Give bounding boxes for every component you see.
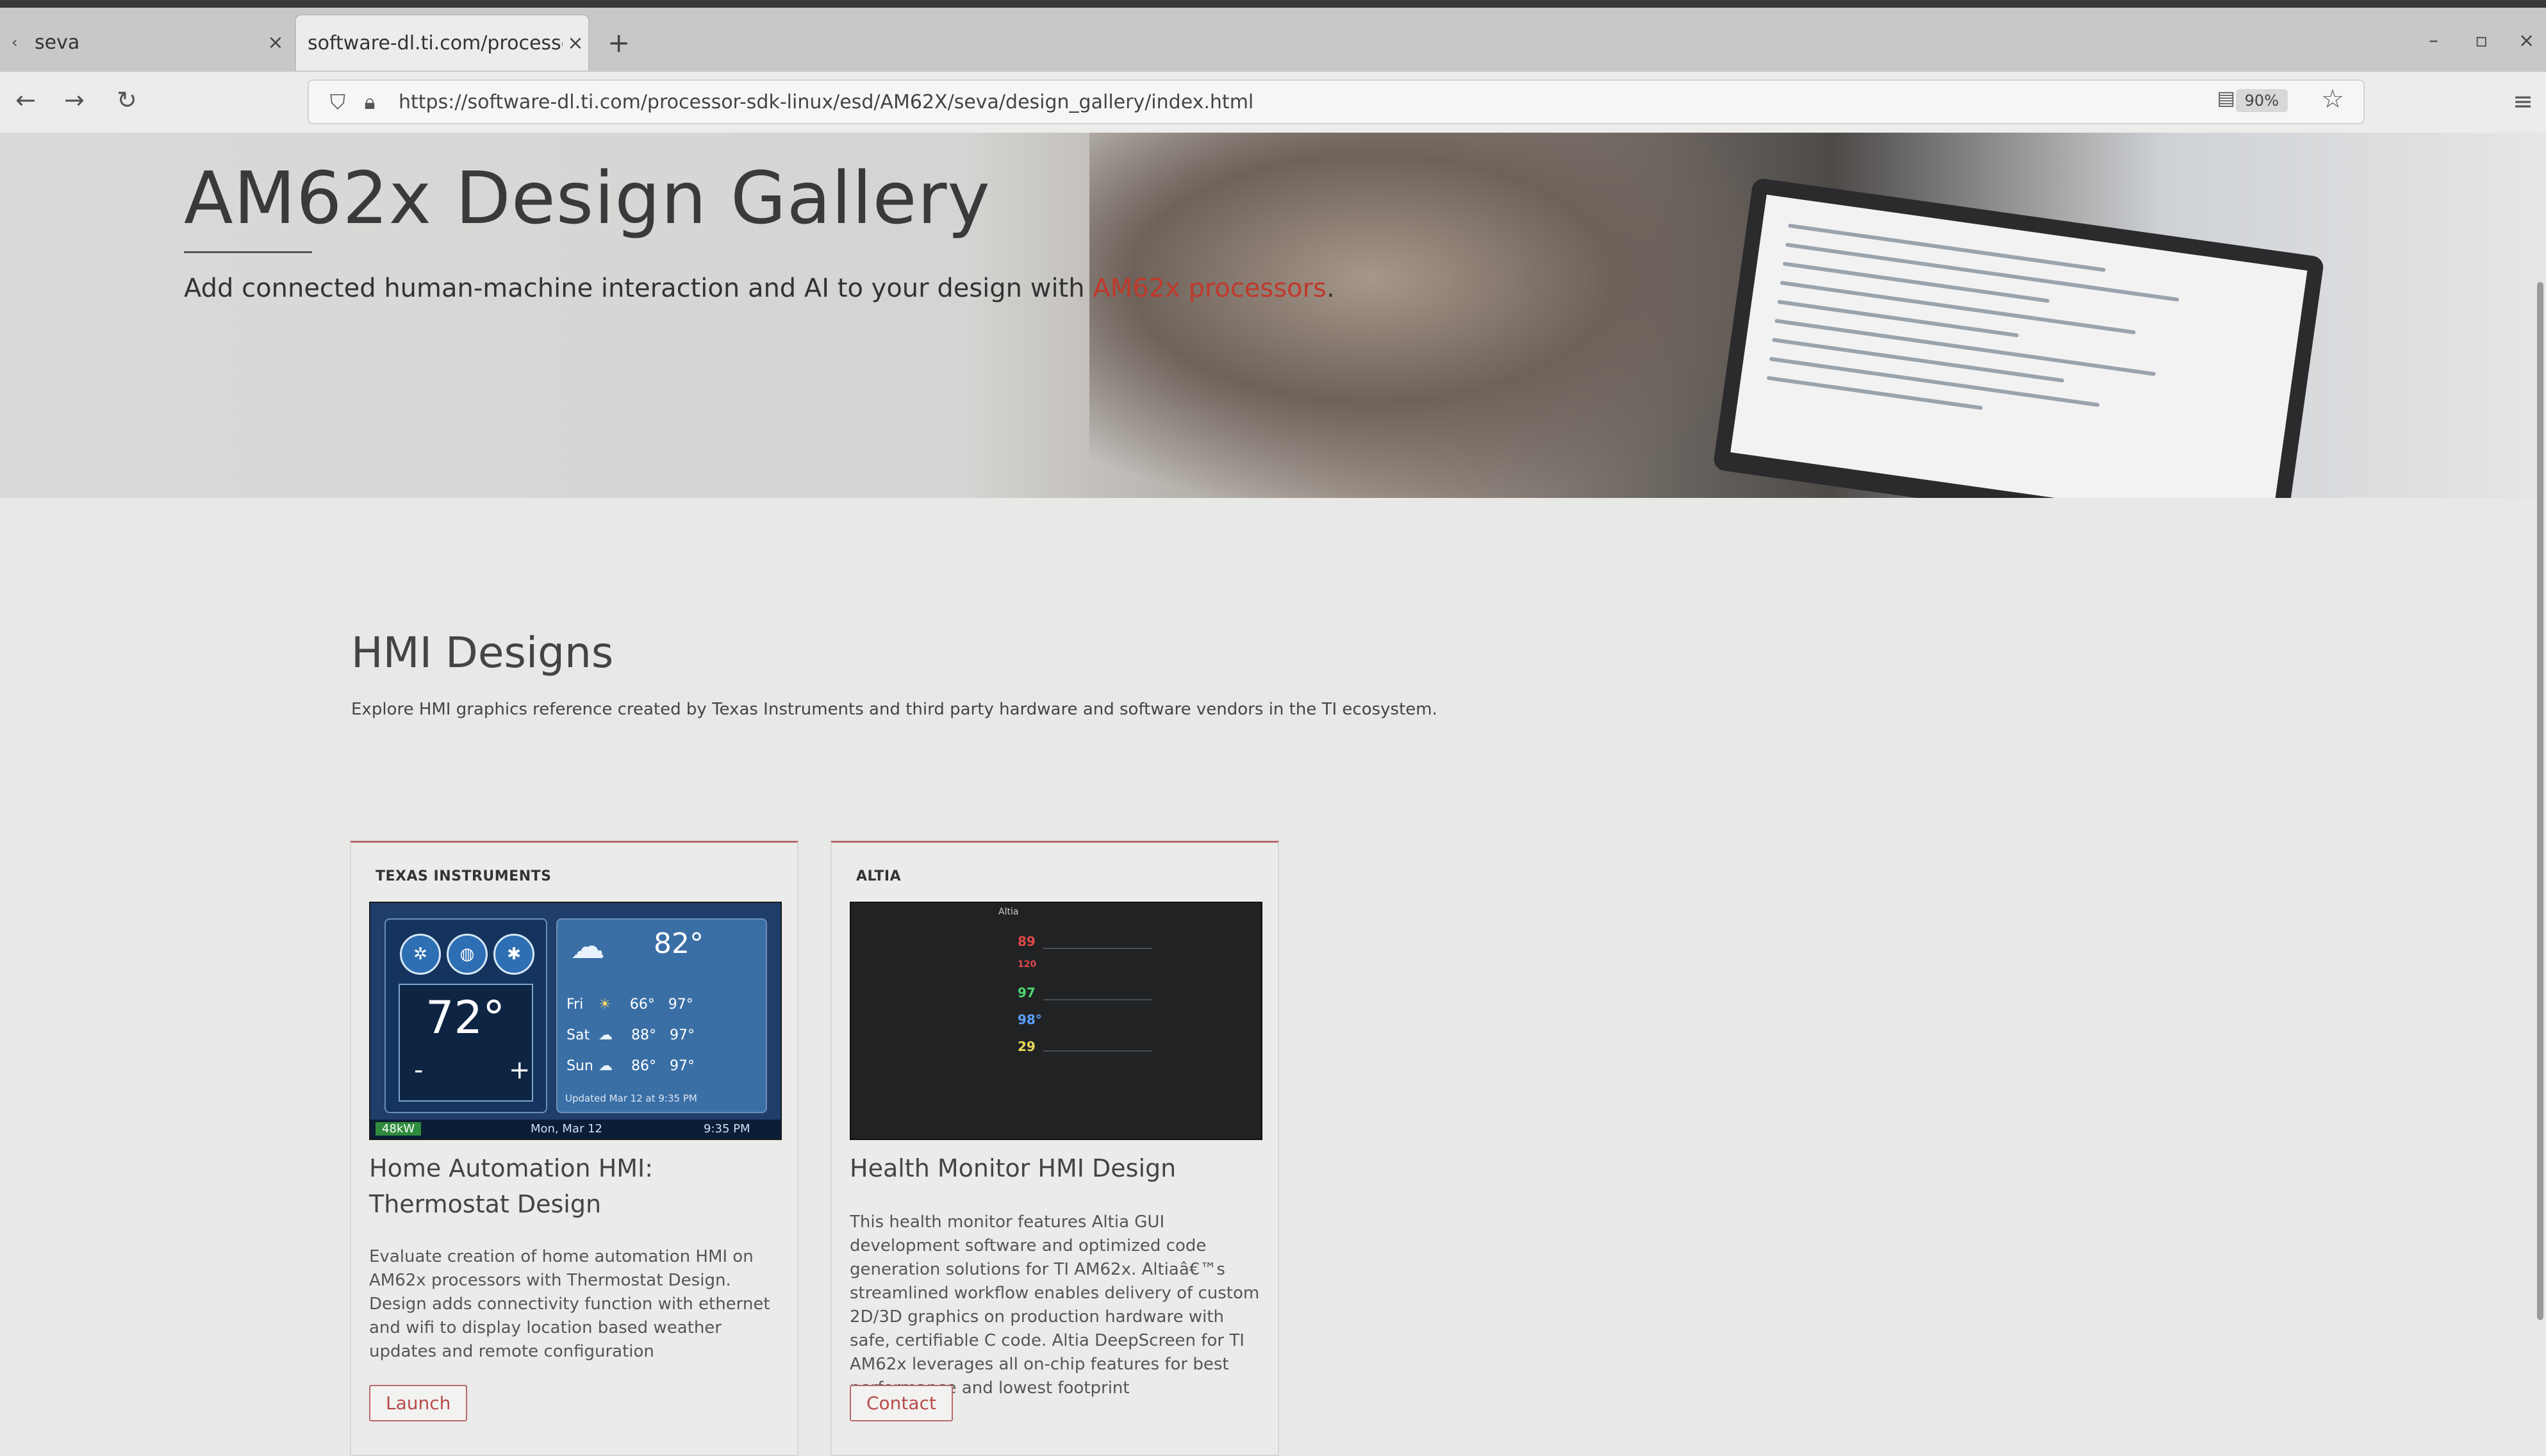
hero-subtitle: Add connected human-machine interaction … bbox=[184, 274, 1335, 303]
reload-icon[interactable]: ↻ bbox=[117, 86, 137, 114]
respiration-reading: 29 bbox=[1018, 1039, 1036, 1054]
waveform-line bbox=[1043, 929, 1152, 949]
section-description: Explore HMI graphics reference created b… bbox=[351, 700, 1437, 719]
hero-subtitle-end: . bbox=[1326, 274, 1335, 303]
forecast-row: Sat ☁ 88° 97° bbox=[566, 1027, 695, 1043]
monitor-header: Altia bbox=[998, 907, 1019, 917]
tab-label: software-dl.ti.com/processor- bbox=[308, 31, 563, 54]
sun-icon: ☀ bbox=[599, 997, 611, 1013]
tab-software-dl[interactable]: software-dl.ti.com/processor- × bbox=[295, 14, 590, 70]
design-card-thermostat: TEXAS INSTRUMENTS ✲ ◍ ✱ 72° - + ☁ 82° Fr… bbox=[350, 841, 798, 1456]
page-title: AM62x Design Gallery bbox=[184, 157, 991, 240]
fan-icon: ✲ bbox=[400, 934, 441, 975]
card-description: Evaluate creation of home automation HMI… bbox=[369, 1247, 770, 1361]
close-icon[interactable]: × bbox=[263, 31, 288, 54]
close-icon[interactable]: × bbox=[563, 32, 588, 54]
vendor-label: TEXAS INSTRUMENTS bbox=[376, 868, 552, 884]
tab-strip: ‹ seva × software-dl.ti.com/processor- ×… bbox=[0, 8, 2546, 72]
launch-button[interactable]: Launch bbox=[369, 1385, 468, 1421]
page-icon: ‹ bbox=[12, 33, 18, 51]
shield-icon[interactable]: ⛉ bbox=[322, 90, 354, 115]
menu-icon[interactable]: ≡ bbox=[2513, 87, 2533, 115]
vendor-label: ALTIA bbox=[856, 868, 902, 884]
decrease-icon: - bbox=[414, 1055, 424, 1085]
new-tab-button[interactable]: + bbox=[608, 27, 630, 58]
hero-laptop-image bbox=[1712, 177, 2325, 498]
temperature-reading: 98° bbox=[1018, 1012, 1042, 1027]
snowflake-icon: ✱ bbox=[493, 934, 534, 975]
reader-view-icon[interactable]: ▤ bbox=[2217, 87, 2235, 110]
power-badge: 48kW bbox=[376, 1122, 422, 1136]
card-description: This health monitor features Altia GUI d… bbox=[850, 1212, 1260, 1398]
minimize-icon[interactable]: – bbox=[2429, 29, 2438, 52]
cloud-icon: ☁ bbox=[599, 1027, 613, 1043]
mode-icon: ◍ bbox=[447, 934, 488, 975]
forecast-row: Sun ☁ 86° 97° bbox=[566, 1058, 695, 1074]
updated-text: Updated Mar 12 at 9:35 PM bbox=[565, 1093, 697, 1104]
am62x-processors-link[interactable]: AM62x processors bbox=[1093, 274, 1327, 303]
card-title[interactable]: Health Monitor HMI Design bbox=[850, 1150, 1260, 1186]
tab-label: seva bbox=[35, 31, 80, 54]
bookmark-star-icon[interactable]: ☆ bbox=[2321, 85, 2344, 114]
heart-rate-reading: 89 bbox=[1018, 934, 1036, 949]
indoor-temperature: 72° bbox=[426, 991, 506, 1044]
cloud-icon: ☁ bbox=[570, 926, 605, 966]
increase-icon: + bbox=[509, 1055, 531, 1085]
contact-button[interactable]: Contact bbox=[850, 1385, 953, 1421]
address-bar[interactable]: ⛉ 🔒︎ https://software-dl.ti.com/processo… bbox=[308, 79, 2365, 124]
hero-subtitle-text: Add connected human-machine interaction … bbox=[184, 274, 1093, 303]
hero-person-image bbox=[1089, 133, 1794, 498]
window-top-edge bbox=[0, 0, 2546, 8]
card-title[interactable]: Home Automation HMI: Thermostat Design bbox=[369, 1150, 779, 1222]
forward-icon[interactable]: → bbox=[64, 86, 85, 114]
health-monitor-thumbnail[interactable]: Altia 89 120 97 98° 29 bbox=[850, 902, 1262, 1140]
back-icon[interactable]: ← bbox=[15, 86, 36, 114]
close-window-icon[interactable]: × bbox=[2518, 29, 2534, 52]
cloud-icon: ☁ bbox=[599, 1058, 613, 1074]
date-text: Mon, Mar 12 bbox=[531, 1122, 602, 1136]
waveform-line bbox=[1043, 980, 1152, 1000]
waveform-line bbox=[1043, 1031, 1152, 1052]
blood-pressure-reading: 120 bbox=[1018, 959, 1037, 970]
design-card-health-monitor: ALTIA Altia 89 120 97 98° 29 Health Moni… bbox=[831, 841, 1279, 1456]
zoom-level[interactable]: 90% bbox=[2235, 89, 2288, 112]
thermostat-thumbnail[interactable]: ✲ ◍ ✱ 72° - + ☁ 82° Fri ☀ 66° 97° Sat ☁ 88… bbox=[369, 902, 782, 1140]
spo2-reading: 97 bbox=[1018, 985, 1036, 1000]
outdoor-temperature: 82° bbox=[654, 927, 704, 960]
maximize-icon[interactable]: ▫ bbox=[2475, 29, 2488, 52]
tab-seva[interactable]: ‹ seva × bbox=[0, 14, 288, 70]
title-underline bbox=[184, 251, 312, 253]
forecast-row: Fri ☀ 66° 97° bbox=[566, 997, 693, 1013]
section-title: HMI Designs bbox=[351, 628, 614, 677]
url-text[interactable]: https://software-dl.ti.com/processor-sdk… bbox=[399, 91, 2363, 113]
lock-icon[interactable]: 🔒︎ bbox=[354, 90, 386, 115]
thermostat-footer: 48kW Mon, Mar 12 9:35 PM bbox=[370, 1120, 781, 1139]
navigation-bar: ← → ↻ ⛉ 🔒︎ https://software-dl.ti.com/pr… bbox=[0, 72, 2546, 134]
page-scrollbar[interactable] bbox=[2537, 282, 2543, 1320]
time-text: 9:35 PM bbox=[704, 1122, 750, 1136]
